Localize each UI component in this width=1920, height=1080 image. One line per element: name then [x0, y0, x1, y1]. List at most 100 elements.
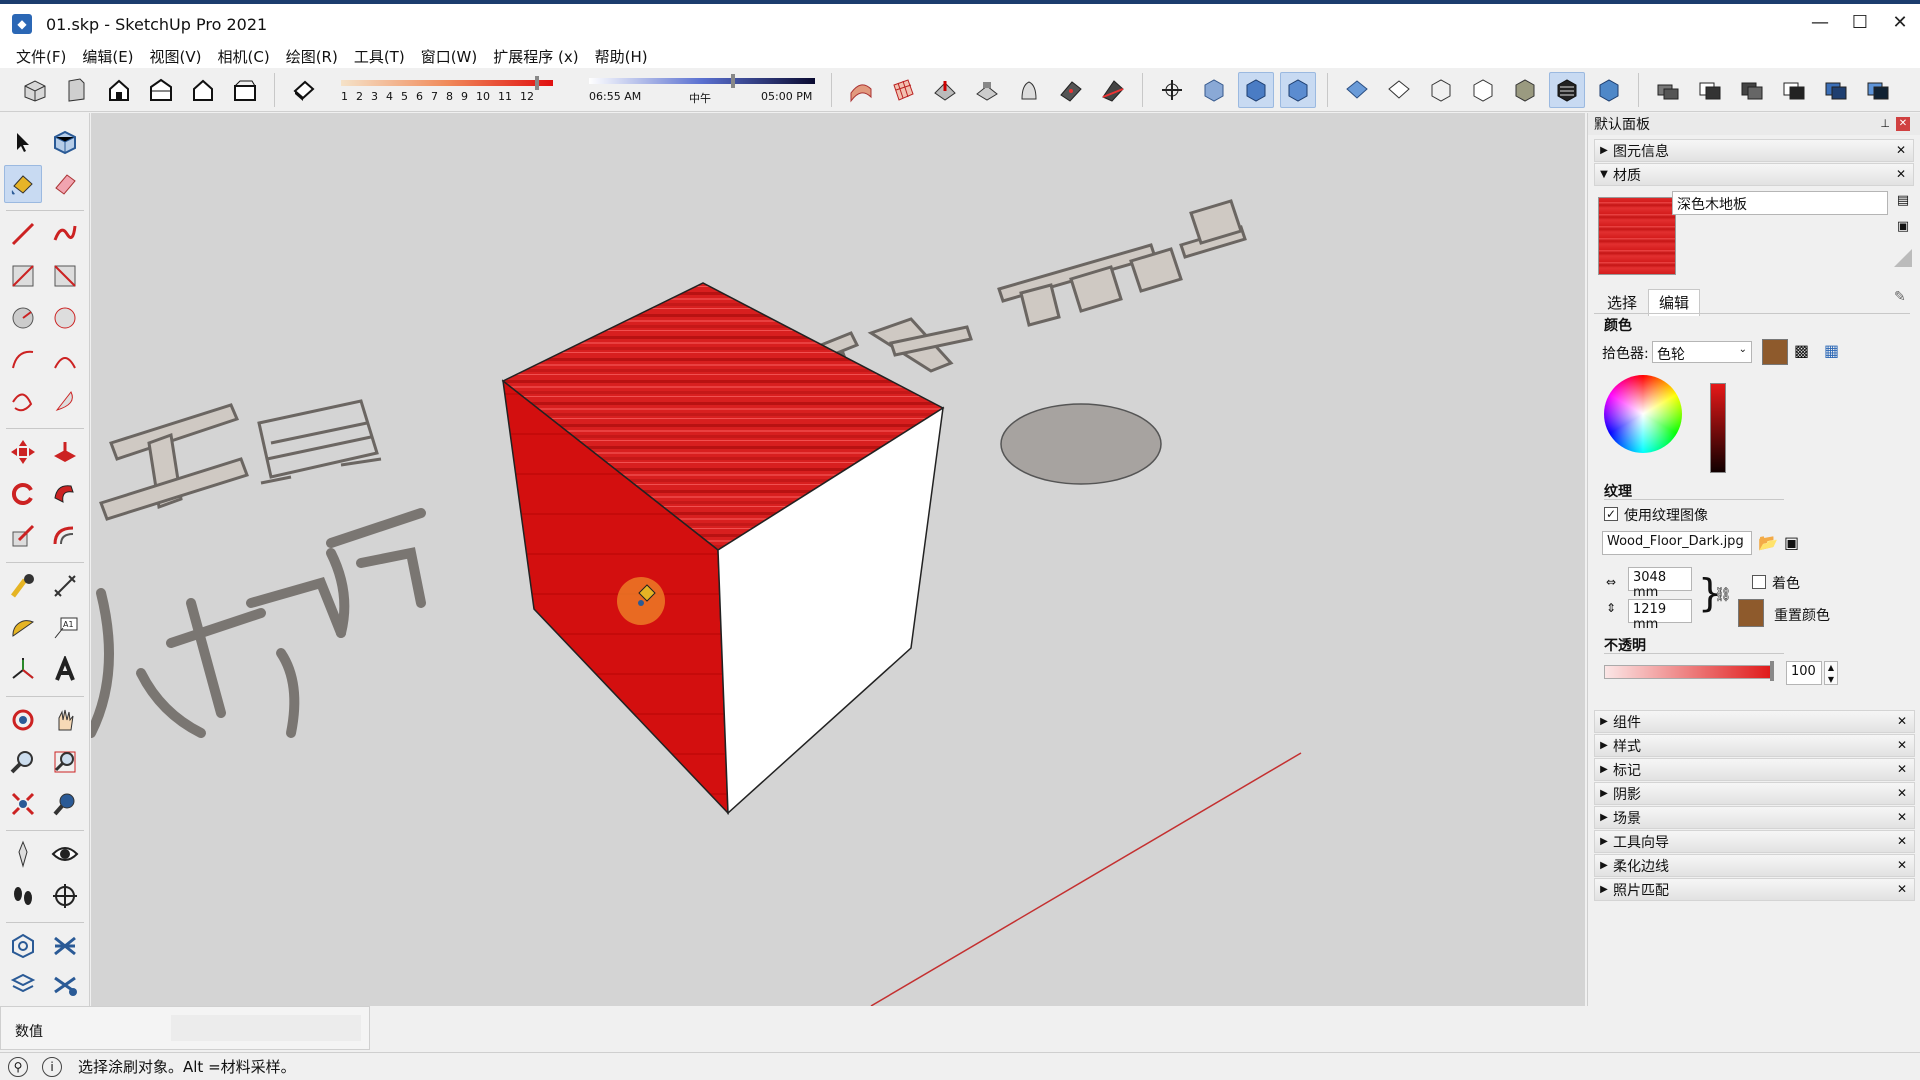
extension-warehouse-icon[interactable] — [46, 927, 84, 965]
menu-extensions[interactable]: 扩展程序 (x) — [485, 46, 586, 67]
reset-color-label[interactable]: 重置颜色 — [1774, 605, 1830, 625]
follow-me-tool-icon[interactable] — [46, 475, 84, 513]
opacity-field[interactable]: 100 — [1786, 661, 1822, 685]
xray-icon[interactable] — [1196, 72, 1232, 108]
match-model-color-icon[interactable]: ▩ — [1794, 341, 1809, 360]
opacity-spinner[interactable]: ▲ ▼ — [1824, 661, 1838, 685]
style-textured-icon[interactable] — [1549, 71, 1585, 108]
panel-close-icon[interactable]: ✕ — [1893, 166, 1909, 182]
color-picker-select[interactable]: 色轮 ⌄ — [1652, 341, 1752, 363]
position-camera-icon[interactable] — [4, 835, 42, 873]
warehouse-icon[interactable] — [4, 927, 42, 965]
select-tool-icon[interactable] — [4, 123, 42, 161]
dimension-tool-icon[interactable] — [46, 567, 84, 605]
panel-close-icon[interactable]: ✕ — [1894, 785, 1910, 801]
panel-shadows[interactable]: ▶ 阴影 ✕ — [1594, 782, 1915, 805]
panel-styles[interactable]: ▶ 样式 ✕ — [1594, 734, 1915, 757]
section-plane-icon[interactable] — [1650, 72, 1686, 108]
shadow-month-slider[interactable]: 1 2 3 4 5 6 7 8 9 10 11 12 — [335, 72, 575, 108]
arc-tool-icon[interactable] — [4, 341, 42, 379]
shaded-texture-icon[interactable] — [1280, 71, 1316, 108]
reset-color-swatch[interactable] — [1738, 599, 1764, 627]
menu-window[interactable]: 窗口(W) — [413, 46, 486, 67]
minimize-button[interactable]: — — [1800, 8, 1840, 38]
menu-tools[interactable]: 工具(T) — [346, 46, 413, 67]
month-slider-thumb[interactable] — [535, 75, 539, 90]
orbit-axes-icon[interactable] — [1154, 72, 1190, 108]
chain-lock-icon[interactable]: ⛓ — [1714, 587, 1732, 603]
panel-soften-edges[interactable]: ▶ 柔化边线 ✕ — [1594, 854, 1915, 877]
panel-components[interactable]: ▶ 组件 ✕ — [1594, 710, 1915, 733]
box-model[interactable] — [501, 282, 945, 815]
scene-canvas[interactable] — [91, 113, 1585, 1006]
smoove-icon[interactable] — [927, 72, 963, 108]
panel-scenes[interactable]: ▶ 场景 ✕ — [1594, 806, 1915, 829]
orbit-tool-icon[interactable] — [4, 701, 42, 739]
section-color-icon[interactable] — [1818, 72, 1854, 108]
section-display-icon[interactable] — [1692, 72, 1728, 108]
push-pull-tool-icon[interactable] — [46, 433, 84, 471]
circle-tool-icon[interactable] — [4, 299, 42, 337]
zoom-window-icon[interactable] — [46, 743, 84, 781]
material-name-field[interactable]: 深色木地板 — [1672, 191, 1888, 215]
paint-bucket-tool-icon[interactable] — [4, 165, 42, 203]
panel-instructor[interactable]: ▶ 工具向导 ✕ — [1594, 830, 1915, 853]
shadows-toggle-icon[interactable] — [286, 72, 322, 108]
pin-icon[interactable]: ⊥ — [1880, 117, 1890, 130]
style-hidden-line-icon[interactable] — [1465, 72, 1501, 108]
style-backedge-icon[interactable] — [1381, 72, 1417, 108]
tape-measure-icon[interactable] — [4, 567, 42, 605]
match-screen-color-icon[interactable]: ▦ — [1824, 341, 1839, 360]
zoom-extents-icon[interactable] — [4, 785, 42, 823]
section-plane-tool-icon[interactable] — [46, 877, 84, 915]
section-blue-icon[interactable] — [1860, 72, 1896, 108]
pan-tool-icon[interactable] — [46, 701, 84, 739]
panel-close-icon[interactable]: ✕ — [1894, 833, 1910, 849]
style-shaded-icon[interactable] — [1507, 72, 1543, 108]
pie-tool-icon[interactable] — [46, 383, 84, 421]
eyedropper-icon[interactable]: ✎ — [1894, 289, 1906, 305]
menu-view[interactable]: 视图(V) — [142, 46, 210, 67]
top-view-icon[interactable] — [59, 72, 95, 108]
shadow-time-slider[interactable]: 06:55 AM 中午 05:00 PM — [583, 72, 823, 108]
measurements-input[interactable] — [171, 1015, 361, 1041]
extension-manager-icon[interactable] — [46, 965, 84, 1003]
panel-tags[interactable]: ▶ 标记 ✕ — [1594, 758, 1915, 781]
left-view-icon[interactable] — [227, 72, 263, 108]
flip-edge-icon[interactable] — [1095, 72, 1131, 108]
panel-materials[interactable]: ▼ 材质 ✕ — [1594, 163, 1914, 186]
tab-edit[interactable]: 编辑 — [1648, 289, 1701, 316]
color-wheel[interactable] — [1604, 375, 1682, 453]
right-view-icon[interactable] — [143, 72, 179, 108]
use-texture-checkbox[interactable]: ✓ — [1604, 507, 1618, 521]
3d-text-tool-icon[interactable] — [46, 651, 84, 689]
style-wireframe-icon[interactable] — [1423, 72, 1459, 108]
sandbox-from-contours-icon[interactable] — [843, 72, 879, 108]
iso-view-icon[interactable] — [17, 72, 53, 108]
brightness-slider[interactable] — [1710, 383, 1726, 473]
menu-edit[interactable]: 编辑(E) — [74, 46, 141, 67]
close-button[interactable]: ✕ — [1880, 8, 1920, 38]
drape-icon[interactable] — [1011, 72, 1047, 108]
maximize-button[interactable]: ☐ — [1840, 8, 1880, 38]
two-point-arc-icon[interactable] — [46, 341, 84, 379]
menu-draw[interactable]: 绘图(R) — [278, 46, 346, 67]
texture-height-field[interactable]: 1219 mm — [1628, 599, 1692, 632]
texture-width-field[interactable]: 3048 mm — [1628, 567, 1692, 600]
opacity-slider[interactable] — [1604, 665, 1772, 679]
section-fill-icon[interactable] — [1776, 72, 1812, 108]
texture-file-field[interactable]: Wood_Floor_Dark.jpg — [1602, 531, 1752, 555]
front-view-icon[interactable] — [101, 72, 137, 108]
info-icon[interactable]: i — [42, 1056, 62, 1077]
colorize-checkbox[interactable] — [1752, 575, 1766, 589]
panel-close-icon[interactable]: ✕ — [1894, 809, 1910, 825]
menu-camera[interactable]: 相机(C) — [210, 46, 278, 67]
panel-close-icon[interactable]: ✕ — [1894, 737, 1910, 753]
move-tool-icon[interactable] — [4, 433, 42, 471]
sandbox-from-scratch-icon[interactable] — [885, 72, 921, 108]
geolocation-icon[interactable]: ⚲ — [8, 1056, 28, 1077]
layout-send-icon[interactable] — [4, 965, 42, 1003]
material-preview-swatch[interactable] — [1598, 197, 1676, 275]
line-tool-icon[interactable] — [4, 215, 42, 253]
panel-close-icon[interactable]: ✕ — [1894, 857, 1910, 873]
